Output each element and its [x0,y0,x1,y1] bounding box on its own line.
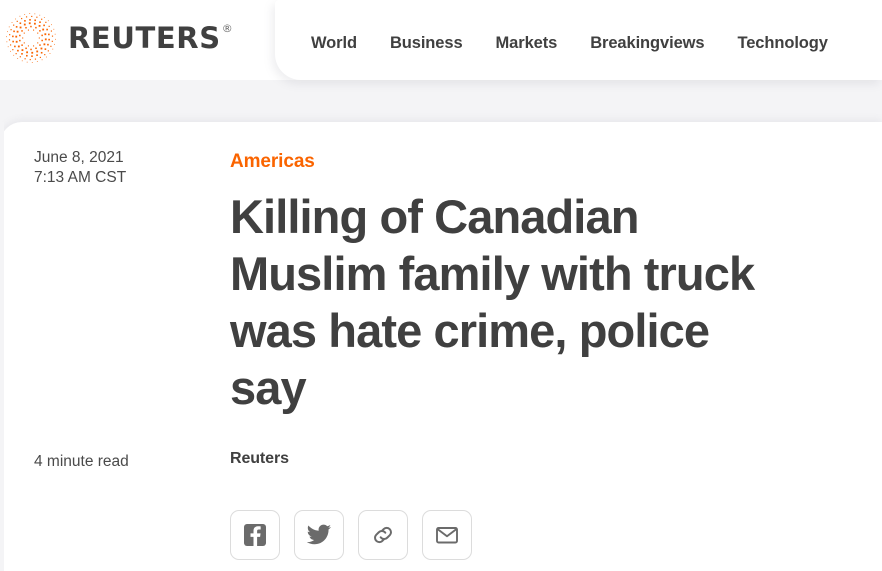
article-category-kicker[interactable]: Americas [230,150,850,174]
email-icon [434,522,460,548]
article-meta-column: June 8, 2021 7:13 AM CST [34,148,210,188]
publish-time: 7:13 AM CST [34,169,127,186]
reuters-article-page: June 8, 2021 7:13 AM CST 4 minute read A… [0,0,882,571]
share-buttons-row [230,510,472,560]
brand-name: REUTERS [68,21,221,55]
registered-trademark-icon: ® [221,22,233,35]
primary-nav-panel: World Business Markets Breakingviews Technol… [275,0,882,80]
nav-item-breakingviews[interactable]: Breakingviews [590,26,704,61]
share-email-button[interactable] [422,510,472,560]
share-facebook-button[interactable] [230,510,280,560]
share-twitter-button[interactable] [294,510,344,560]
nav-item-world[interactable]: World [311,26,357,61]
read-time: 4 minute read [34,453,129,470]
nav-item-markets[interactable]: Markets [496,26,558,61]
reuters-wordmark: REUTERS ® [68,21,233,55]
twitter-icon [306,522,332,548]
link-icon [370,522,396,548]
nav-item-business[interactable]: Business [390,26,463,61]
facebook-icon [242,522,268,548]
article-headline: Killing of Canadian Muslim family with t… [230,190,755,414]
publish-date: June 8, 2021 [34,149,124,166]
article-byline: Reuters [230,450,289,467]
reuters-dot-spiral-logo [6,13,56,63]
share-link-button[interactable] [358,510,408,560]
primary-nav-list: World Business Markets Breakingviews Technol… [311,26,828,61]
article-card: June 8, 2021 7:13 AM CST 4 minute read A… [0,122,882,571]
article-main-column: Americas Killing of Canadian Muslim fami… [230,150,850,416]
reuters-brand-logo[interactable]: REUTERS ® [5,9,233,67]
nav-item-technology[interactable]: Technology [737,26,827,61]
